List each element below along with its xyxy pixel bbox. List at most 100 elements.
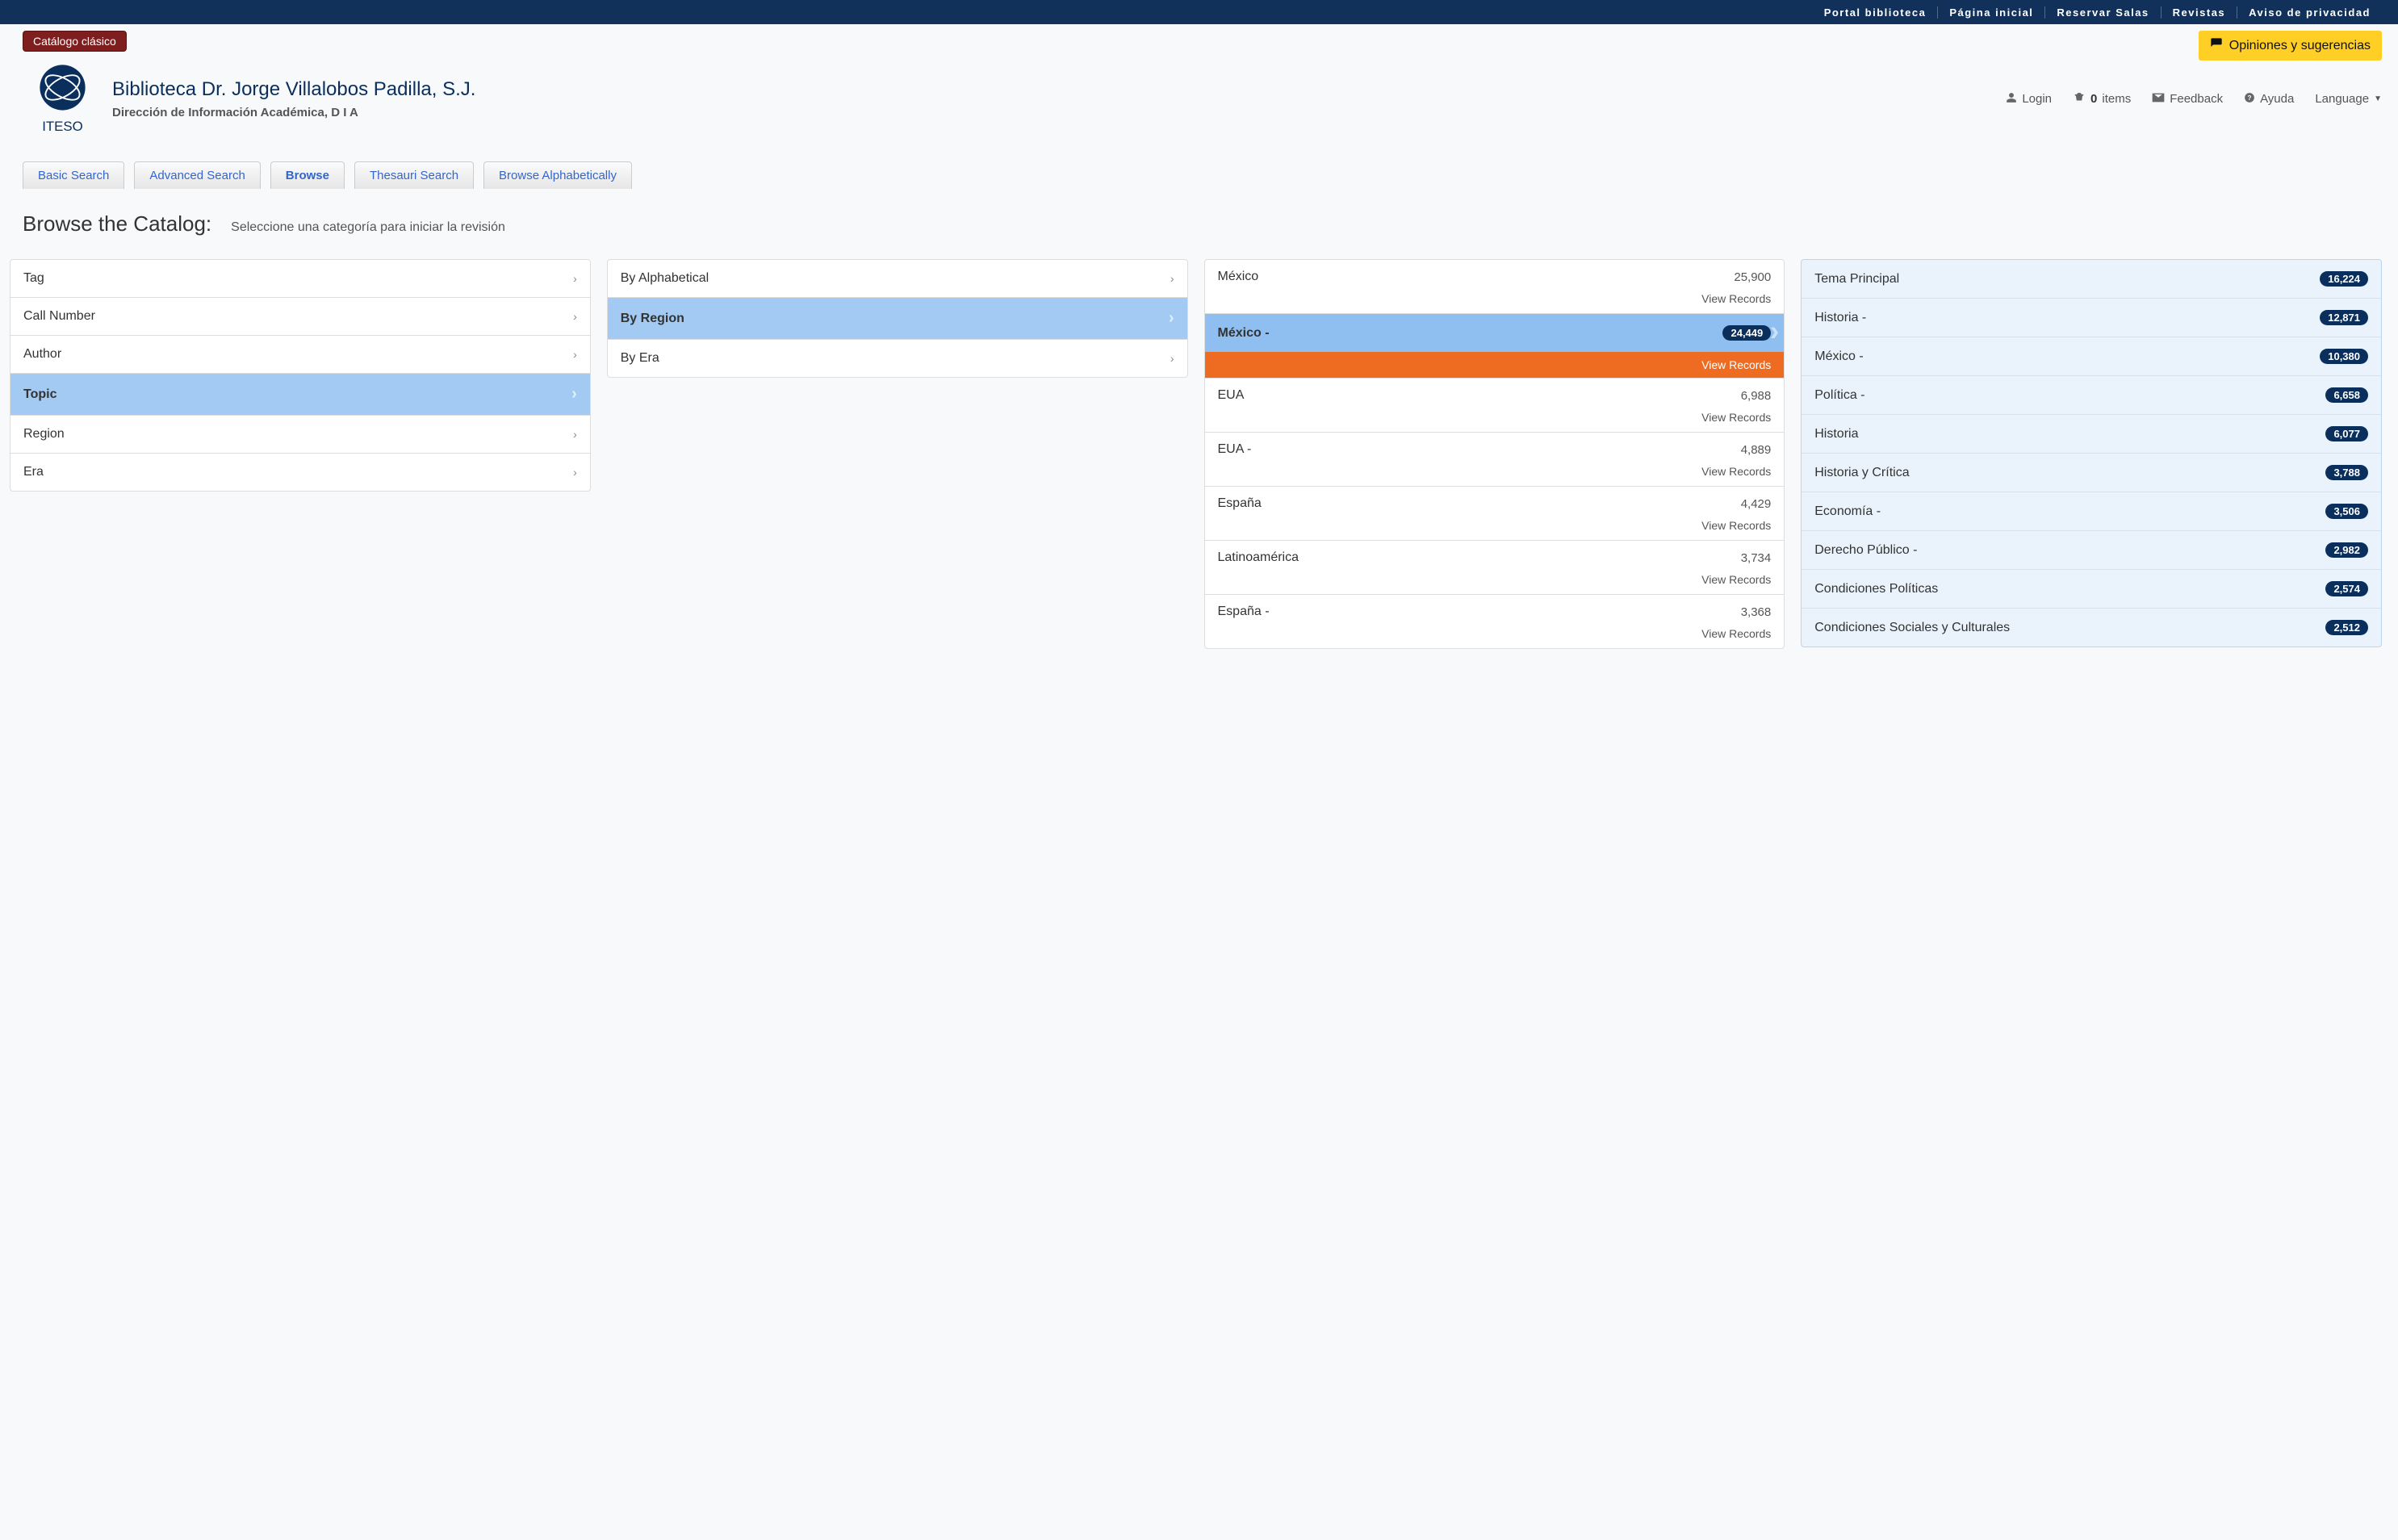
category-item[interactable]: Region › [10, 416, 590, 454]
view-records-link[interactable]: View Records [1205, 514, 1785, 540]
topic-name: Historia - [1814, 311, 1866, 325]
topic-name: Condiciones Sociales y Culturales [1814, 621, 2010, 635]
site-subtitle: Dirección de Información Académica, D I … [112, 106, 475, 119]
view-records-link[interactable]: View Records [1205, 406, 1785, 432]
region-head[interactable]: EUA -4,889 [1205, 433, 1785, 460]
svg-text:?: ? [2248, 94, 2252, 101]
topic-name: México - [1814, 349, 1863, 364]
topnav-link[interactable]: Página inicial [1938, 6, 2045, 19]
tab-thesauri-search[interactable]: Thesauri Search [354, 161, 474, 189]
region-head[interactable]: España 4,429 [1205, 487, 1785, 514]
region-item[interactable]: Latinoamérica3,734View Records [1205, 541, 1785, 595]
region-head[interactable]: España -3,368 [1205, 595, 1785, 622]
topic-count-badge: 2,512 [2325, 620, 2368, 635]
topnav-link[interactable]: Portal biblioteca [1813, 6, 1939, 19]
topic-name: Historia y Crítica [1814, 466, 1909, 480]
feedback-link[interactable]: Feedback [2152, 92, 2223, 106]
cart-count: 0 [2090, 92, 2097, 106]
region-count: 3,734 [1741, 551, 1772, 565]
help-icon: ? [2244, 92, 2255, 107]
region-head[interactable]: EUA6,988 [1205, 379, 1785, 406]
view-records-link[interactable]: View Records [1205, 622, 1785, 648]
topic-count-badge: 6,658 [2325, 387, 2368, 403]
classic-catalog-button[interactable]: Catálogo clásico [23, 31, 127, 52]
category-item[interactable]: Topic› [10, 374, 590, 416]
tab-browse-alphabetically[interactable]: Browse Alphabetically [483, 161, 632, 189]
topnav-link[interactable]: Revistas [2162, 6, 2237, 19]
region-item[interactable]: México -24,449View Records [1205, 314, 1785, 379]
chevron-right-icon: › [571, 385, 577, 404]
topic-item[interactable]: Historia y Crítica 3,788 [1802, 454, 2381, 492]
topic-name: Política - [1814, 388, 1864, 403]
category-item[interactable]: Tag › [10, 260, 590, 298]
region-count: 4,429 [1741, 497, 1772, 511]
language-dropdown[interactable]: Language ▼ [2315, 92, 2382, 106]
topic-item[interactable]: Historia6,077 [1802, 415, 2381, 454]
cart-link[interactable]: 0 items [2073, 92, 2131, 107]
login-label: Login [2022, 92, 2052, 106]
topic-list: Tema Principal16,224Historia -12,871Méxi… [1801, 259, 2382, 647]
view-records-link[interactable]: View Records [1205, 287, 1785, 313]
subcategory-item[interactable]: By Alphabetical› [608, 260, 1187, 298]
view-records-link[interactable]: View Records [1205, 460, 1785, 486]
topnav-bar: Portal biblioteca Página inicial Reserva… [0, 0, 2398, 24]
region-item[interactable]: España -3,368View Records [1205, 595, 1785, 648]
subcategory-item[interactable]: By Era› [608, 340, 1187, 377]
topic-count-badge: 3,788 [2325, 465, 2368, 480]
feedback-suggestions-button[interactable]: Opiniones y sugerencias [2199, 31, 2382, 61]
topic-item[interactable]: Tema Principal16,224 [1802, 260, 2381, 299]
topic-item[interactable]: Condiciones Políticas2,574 [1802, 570, 2381, 609]
topic-name: Tema Principal [1814, 272, 1899, 287]
help-link[interactable]: ? Ayuda [2244, 92, 2294, 107]
chevron-right-icon: › [573, 428, 577, 441]
region-head[interactable]: Latinoamérica3,734 [1205, 541, 1785, 568]
category-item[interactable]: Call Number› [10, 298, 590, 336]
subcategory-item[interactable]: By Region› [608, 298, 1187, 340]
iteso-logo-icon: ITESO [32, 61, 93, 137]
region-item[interactable]: México25,900View Records [1205, 260, 1785, 314]
view-records-link[interactable]: View Records [1205, 568, 1785, 594]
region-head[interactable]: México -24,449 [1205, 314, 1785, 352]
region-name: México - [1218, 326, 1270, 341]
topic-item[interactable]: Historia -12,871 [1802, 299, 2381, 337]
help-label: Ayuda [2260, 92, 2294, 106]
chevron-right-icon: › [1169, 309, 1174, 328]
topic-item[interactable]: Derecho Público -2,982 [1802, 531, 2381, 570]
view-records-link[interactable]: View Records [1205, 352, 1785, 378]
tab-basic-search[interactable]: Basic Search [23, 161, 124, 189]
region-item[interactable]: España 4,429 View Records [1205, 487, 1785, 541]
tab-advanced-search[interactable]: Advanced Search [134, 161, 260, 189]
tab-browse[interactable]: Browse [270, 161, 345, 189]
basket-icon [2073, 92, 2086, 107]
topic-item[interactable]: Condiciones Sociales y Culturales 2,512 [1802, 609, 2381, 647]
category-item[interactable]: Author› [10, 336, 590, 374]
site-title: Biblioteca Dr. Jorge Villalobos Padilla,… [112, 78, 475, 101]
category-item-label: Tag [23, 271, 44, 286]
region-list: México25,900View RecordsMéxico -24,449Vi… [1204, 259, 1785, 649]
envelope-icon [2152, 92, 2165, 106]
browse-heading: Browse the Catalog: Seleccione una categ… [0, 189, 2398, 236]
category-item-label: Author [23, 347, 61, 362]
category-column: Tag›Call Number›Author›Topic›Region›Era› [10, 259, 591, 492]
chevron-right-icon: › [1170, 272, 1174, 285]
region-name: España [1218, 496, 1262, 511]
feedback-suggestions-label: Opiniones y sugerencias [2229, 39, 2371, 53]
topic-item[interactable]: Economía -3,506 [1802, 492, 2381, 531]
topnav-link[interactable]: Reservar Salas [2045, 6, 2161, 19]
browse-columns: Tag›Call Number›Author›Topic›Region›Era›… [0, 236, 2398, 649]
category-item-label: Region [23, 427, 65, 441]
category-item[interactable]: Era› [10, 454, 590, 491]
region-item[interactable]: EUA -4,889View Records [1205, 433, 1785, 487]
topic-item[interactable]: México -10,380 [1802, 337, 2381, 376]
region-name: México [1218, 270, 1259, 284]
topic-item[interactable]: Política - 6,658 [1802, 376, 2381, 415]
feedback-label: Feedback [2170, 92, 2223, 106]
topnav-link[interactable]: Aviso de privacidad [2237, 6, 2382, 19]
chevron-right-icon: › [573, 272, 577, 285]
caret-down-icon: ▼ [2374, 94, 2382, 103]
login-link[interactable]: Login [2006, 92, 2052, 107]
region-count: 6,988 [1741, 389, 1772, 403]
region-item[interactable]: EUA6,988View Records [1205, 379, 1785, 433]
region-head[interactable]: México25,900 [1205, 260, 1785, 287]
comment-icon [2210, 37, 2223, 54]
